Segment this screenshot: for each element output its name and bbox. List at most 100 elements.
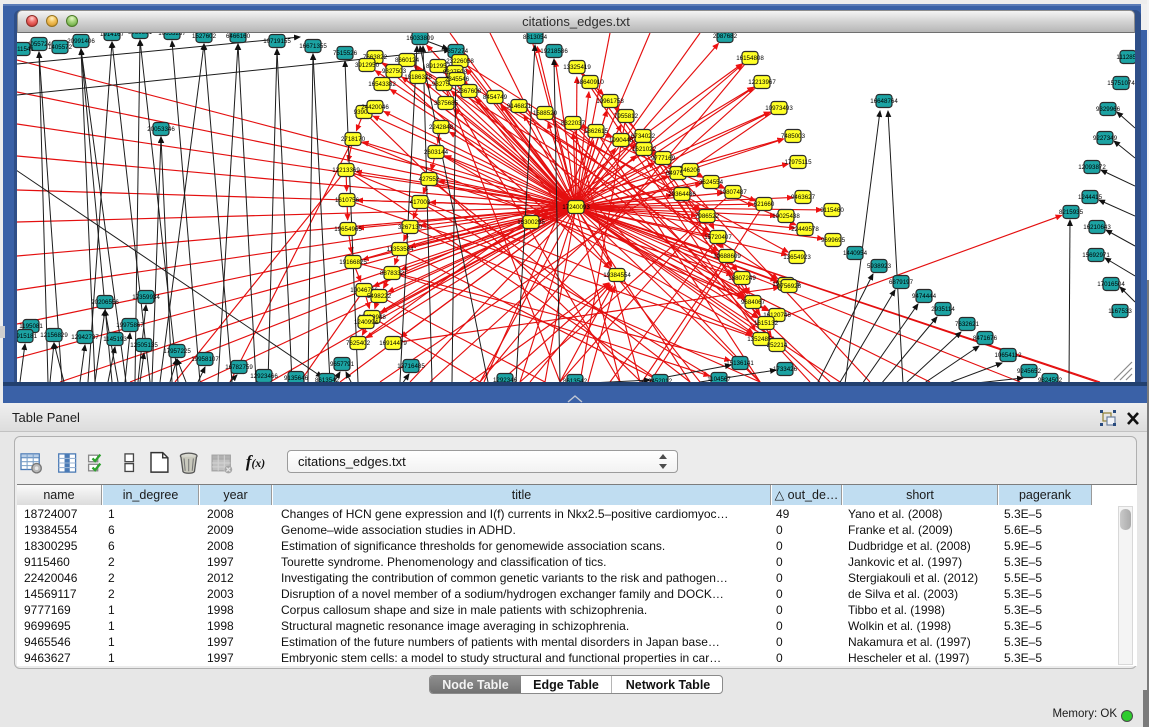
- svg-text:1615132: 1615132: [754, 320, 779, 327]
- svg-text:16671355: 16671355: [299, 43, 327, 50]
- svg-text:5938923: 5938923: [867, 263, 892, 270]
- svg-text:8813054: 8813054: [523, 34, 548, 41]
- svg-text:10807487: 10807487: [719, 189, 747, 196]
- svg-text:1733426: 1733426: [773, 366, 798, 373]
- svg-text:9777169: 9777169: [651, 155, 676, 162]
- svg-text:12213967: 12213967: [748, 79, 776, 86]
- svg-text:417003: 417003: [410, 199, 431, 206]
- svg-text:8613542: 8613542: [563, 378, 588, 382]
- svg-text:9699695: 9699695: [821, 237, 846, 244]
- svg-text:2367608: 2367608: [457, 88, 482, 95]
- svg-text:1990448: 1990448: [609, 137, 634, 144]
- svg-text:11353584: 11353584: [386, 246, 414, 253]
- svg-text:9245652: 9245652: [1017, 368, 1042, 375]
- svg-text:2087682: 2087682: [713, 33, 738, 40]
- svg-text:6879197: 6879197: [889, 279, 914, 286]
- svg-text:1112853: 1112853: [1116, 54, 1135, 61]
- svg-text:7625402: 7625402: [346, 340, 371, 347]
- svg-text:12213369: 12213369: [332, 167, 360, 174]
- svg-text:8454749: 8454749: [483, 94, 508, 101]
- svg-text:9146821: 9146821: [507, 103, 532, 110]
- svg-text:9463627: 9463627: [791, 194, 816, 201]
- svg-text:16648764: 16648764: [870, 98, 898, 105]
- svg-text:9474444: 9474444: [912, 293, 937, 300]
- svg-text:20364486: 20364486: [668, 191, 696, 198]
- svg-text:15720407: 15720407: [704, 234, 732, 241]
- svg-text:5498222: 5498222: [367, 293, 392, 300]
- svg-text:8322037: 8322037: [561, 120, 586, 127]
- svg-text:7515526: 7515526: [333, 50, 358, 57]
- svg-text:3624554: 3624554: [699, 179, 724, 186]
- svg-text:2935114: 2935114: [931, 306, 955, 313]
- svg-text:7955812: 7955812: [614, 113, 639, 120]
- svg-text:10654112: 10654112: [994, 352, 1022, 359]
- svg-text:8215935: 8215935: [1059, 209, 1084, 216]
- svg-text:1167533: 1167533: [1108, 308, 1132, 315]
- svg-text:9657791: 9657791: [330, 361, 355, 368]
- svg-text:18186328: 18186328: [404, 74, 432, 81]
- svg-text:3912950: 3912950: [355, 62, 380, 69]
- svg-text:1610756: 1610756: [335, 197, 360, 204]
- svg-text:16914479: 16914479: [379, 340, 407, 347]
- svg-text:9329966: 9329966: [1096, 106, 1121, 113]
- svg-text:7485003: 7485003: [781, 133, 806, 140]
- svg-text:2718170: 2718170: [341, 136, 366, 143]
- svg-text:10025438: 10025438: [772, 213, 800, 220]
- svg-text:13716485: 13716485: [397, 363, 425, 370]
- svg-text:12093872: 12093872: [1078, 164, 1106, 171]
- svg-text:1292346: 1292346: [493, 377, 518, 382]
- svg-text:16543382: 16543382: [368, 81, 396, 88]
- svg-text:621660: 621660: [754, 201, 775, 208]
- svg-text:19654965: 19654965: [334, 226, 362, 233]
- svg-text:17016504: 17016504: [1097, 281, 1125, 288]
- svg-text:16154808: 16154808: [736, 55, 764, 62]
- svg-text:13325419: 13325419: [563, 64, 591, 71]
- svg-text:3375685: 3375685: [434, 100, 459, 107]
- svg-text:10961758: 10961758: [596, 98, 624, 105]
- svg-text:15692971: 15692971: [1082, 252, 1110, 259]
- svg-text:23226058: 23226058: [446, 58, 474, 65]
- svg-text:9115460: 9115460: [820, 207, 844, 214]
- svg-text:2242848: 2242848: [429, 124, 454, 131]
- svg-text:7632621: 7632621: [955, 321, 980, 328]
- svg-text:16033809: 16033809: [406, 35, 434, 42]
- svg-text:10973493: 10973493: [765, 105, 793, 112]
- svg-text:8878332: 8878332: [380, 270, 405, 277]
- svg-text:1240994: 1240994: [354, 319, 379, 326]
- svg-text:1244415: 1244415: [1078, 194, 1103, 201]
- svg-text:1440954: 1440954: [843, 250, 868, 257]
- svg-text:17240093: 17240093: [562, 204, 590, 211]
- svg-text:15751074: 15751074: [1107, 80, 1135, 87]
- svg-text:17975115: 17975115: [784, 159, 812, 166]
- svg-text:f(x): f(x): [246, 452, 265, 471]
- svg-text:252214: 252214: [767, 342, 788, 349]
- svg-text:9327503: 9327503: [382, 68, 407, 75]
- svg-text:15136141: 15136141: [726, 360, 754, 367]
- svg-text:24420046: 24420046: [361, 104, 389, 111]
- svg-text:9824502: 9824502: [1038, 377, 1063, 382]
- svg-text:19166825: 19166825: [339, 259, 367, 266]
- svg-text:19384554: 19384554: [603, 272, 631, 279]
- svg-text:1621022: 1621022: [632, 146, 657, 153]
- svg-text:19218586: 19218586: [540, 48, 568, 55]
- svg-text:1862615: 1862615: [584, 128, 609, 135]
- svg-text:1588520: 1588520: [533, 110, 558, 117]
- svg-text:3267130: 3267130: [398, 224, 423, 231]
- svg-text:9684067: 9684067: [741, 299, 766, 306]
- svg-text:7986522: 7986522: [695, 213, 720, 220]
- svg-text:2603144: 2603144: [424, 149, 449, 156]
- svg-text:9227349: 9227349: [1093, 135, 1118, 142]
- svg-text:16210643: 16210643: [1083, 224, 1111, 231]
- svg-text:18807249: 18807249: [728, 275, 756, 282]
- svg-text:8660124: 8660124: [395, 57, 420, 64]
- svg-text:22449578: 22449578: [791, 226, 819, 233]
- svg-text:2345546: 2345546: [445, 76, 470, 83]
- svg-text:8613542: 8613542: [315, 377, 340, 382]
- svg-text:1104567: 1104567: [707, 376, 731, 382]
- svg-text:10688609: 10688609: [713, 253, 741, 260]
- svg-text:8471676: 8471676: [973, 335, 998, 342]
- svg-text:6734022: 6734022: [631, 133, 656, 140]
- svg-text:9452012: 9452012: [648, 378, 673, 382]
- svg-text:18300295: 18300295: [517, 219, 545, 226]
- svg-text:746206: 746206: [680, 167, 701, 174]
